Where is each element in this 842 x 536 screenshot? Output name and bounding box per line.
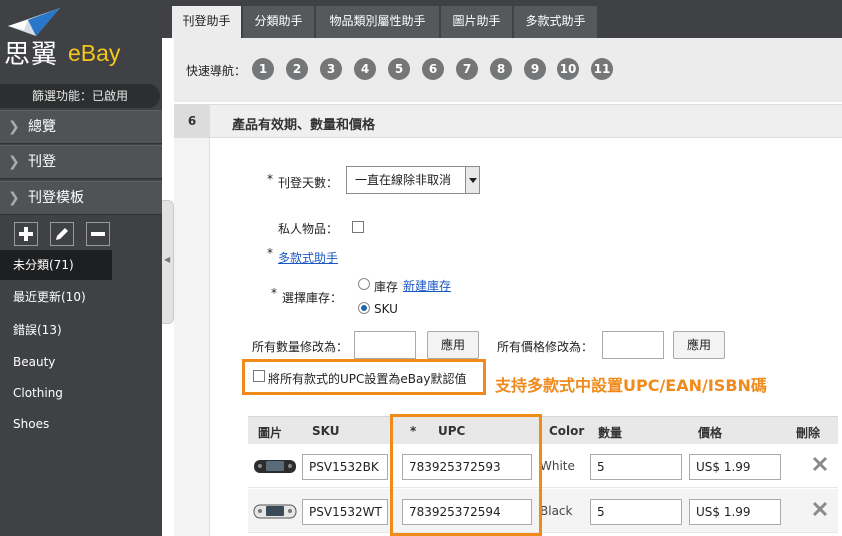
quicknav-step-3[interactable]: 3 [320,58,342,80]
tab-listing-helper[interactable]: 刊登助手 [172,6,242,38]
quicknav-step-2[interactable]: 2 [286,58,308,80]
inventory-radio-stock[interactable] [358,278,370,290]
pencil-icon [56,228,68,240]
category-item-errors[interactable]: 錯誤(13) [0,315,112,345]
category-item-recent[interactable]: 最近更新(10) [0,282,112,312]
chevron-right-icon: ❯ [8,154,20,170]
sidebar-item-listing[interactable]: ❯ 刊登 [0,145,162,179]
tab-category-helper[interactable]: 分類助手 [243,6,315,38]
bulk-price-apply-button[interactable]: 應用 [673,331,725,359]
delete-row-icon[interactable] [812,501,828,517]
bulk-quantity-input[interactable] [354,331,416,359]
section-gutter [174,138,210,536]
column-header-color: Color [549,424,585,438]
required-marker: * [267,246,273,260]
sku-input[interactable]: PSV1532WT [302,499,388,525]
sidebar-item-overview[interactable]: ❯ 總覽 [0,110,162,144]
quantity-input[interactable]: 5 [590,454,682,480]
sidebar-item-label: 總覽 [28,119,56,135]
quicknav-step-8[interactable]: 8 [490,58,512,80]
variation-helper-link[interactable]: 多款式助手 [278,249,338,266]
price-input[interactable]: US$ 1.99 [689,499,781,525]
table-row: PSV1532WT 783925372594 Black 5 US$ 1.99 [248,489,838,533]
helper-tabs: 刊登助手 分類助手 物品類別屬性助手 圖片助手 多款式助手 [162,0,842,38]
column-header-quantity: 數量 [598,426,623,440]
bulk-quantity-apply-button[interactable]: 應用 [427,331,479,359]
section-number: 6 [174,105,210,137]
upc-default-label: 將所有款式的UPC設置為eBay默認值 [268,372,467,386]
private-listing-label: 私人物品： [278,222,339,236]
sidebar-item-label: 刊登 [28,154,56,170]
brand-logo[interactable]: 思翼 eBay [0,0,162,80]
quicknav-step-4[interactable]: 4 [354,58,376,80]
quicknav-step-1[interactable]: 1 [252,58,274,80]
quicknav-step-7[interactable]: 7 [456,58,478,80]
inventory-option-sku: SKU [374,302,398,316]
sidebar-item-listing-template[interactable]: ❯ 刊登模板 [0,181,162,215]
chevron-left-icon: ◀ [164,255,171,264]
category-item-uncategorized[interactable]: 未分類(71) [0,250,112,280]
section-title: 產品有效期、數量和價格 [232,118,376,133]
tab-variation-helper[interactable]: 多款式助手 [514,6,598,38]
filter-status-badge[interactable]: 篩選功能：已啟用 [0,84,160,108]
new-inventory-link[interactable]: 新建庫存 [403,277,451,294]
product-image[interactable] [252,497,298,525]
upc-column-highlight [390,414,542,536]
color-value: Black [540,504,573,518]
upc-support-callout: 支持多款式中設置UPC/EAN/ISBN碼 [495,376,767,395]
column-header-price: 價格 [698,426,723,440]
add-category-button[interactable] [14,222,38,246]
duration-label: 刊登天數： [278,176,339,190]
bulk-price-input[interactable] [602,331,664,359]
category-item-shoes[interactable]: Shoes [0,409,112,439]
brand-name-cn: 思翼 [4,40,59,70]
brand-name-en: eBay [68,40,121,66]
quicknav-step-9[interactable]: 9 [524,58,546,80]
variation-table-header: 圖片 SKU * UPC Color 數量 價格 刪除 [248,416,838,444]
upc-default-checkbox[interactable] [253,370,265,382]
column-header-image: 圖片 [258,426,283,440]
required-marker: * [267,172,273,186]
chevron-right-icon: ❯ [8,119,20,135]
chevron-right-icon: ❯ [8,190,20,206]
sidebar-item-label: 刊登模板 [28,190,84,206]
quick-navigation: 快速導航： 1 2 3 4 5 6 7 8 9 10 11 [174,38,842,102]
section-header: 6 產品有效期、數量和價格 [174,104,842,138]
sidebar-collapse-handle[interactable]: ◀ [162,200,174,324]
delete-row-icon[interactable] [812,456,828,472]
quicknav-step-11[interactable]: 11 [591,58,613,80]
tab-item-specifics-helper[interactable]: 物品類別屬性助手 [316,6,440,38]
bulk-price-label: 所有價格修改為： [497,340,594,354]
private-listing-checkbox[interactable] [352,221,364,233]
sku-input[interactable]: PSV1532BK [302,454,388,480]
inventory-radio-sku[interactable] [358,302,370,314]
duration-value: 一直在線除非取消 [355,173,452,187]
edit-category-button[interactable] [50,222,74,246]
table-row: PSV1532BK 783925372593 White 5 US$ 1.99 [248,444,838,488]
category-item-clothing[interactable]: Clothing [0,378,112,408]
price-input[interactable]: US$ 1.99 [689,454,781,480]
inventory-option-stock: 庫存 [374,280,399,294]
required-marker: * [271,286,277,300]
column-header-delete: 刪除 [796,426,821,440]
category-item-beauty[interactable]: Beauty [0,347,112,377]
sidebar: 思翼 eBay 篩選功能：已啟用 ❯ 總覽 ❯ 刊登 ❯ 刊登模板 未分類(71… [0,0,162,536]
duration-select[interactable]: 一直在線除非取消 [346,166,480,194]
inventory-label: 選擇庫存： [282,291,343,305]
product-image[interactable] [252,452,298,480]
quicknav-label: 快速導航： [186,64,247,78]
remove-category-button[interactable] [86,222,110,246]
color-value: White [540,459,575,473]
quicknav-step-10[interactable]: 10 [557,58,579,80]
quantity-input[interactable]: 5 [590,499,682,525]
plus-icon [19,227,33,241]
tab-image-helper[interactable]: 圖片助手 [441,6,513,38]
quicknav-step-5[interactable]: 5 [388,58,410,80]
bulk-quantity-label: 所有數量修改為： [252,340,349,354]
minus-icon [91,232,105,236]
dropdown-arrow-icon [465,167,479,193]
column-header-sku: SKU [312,424,340,438]
quicknav-step-6[interactable]: 6 [422,58,444,80]
